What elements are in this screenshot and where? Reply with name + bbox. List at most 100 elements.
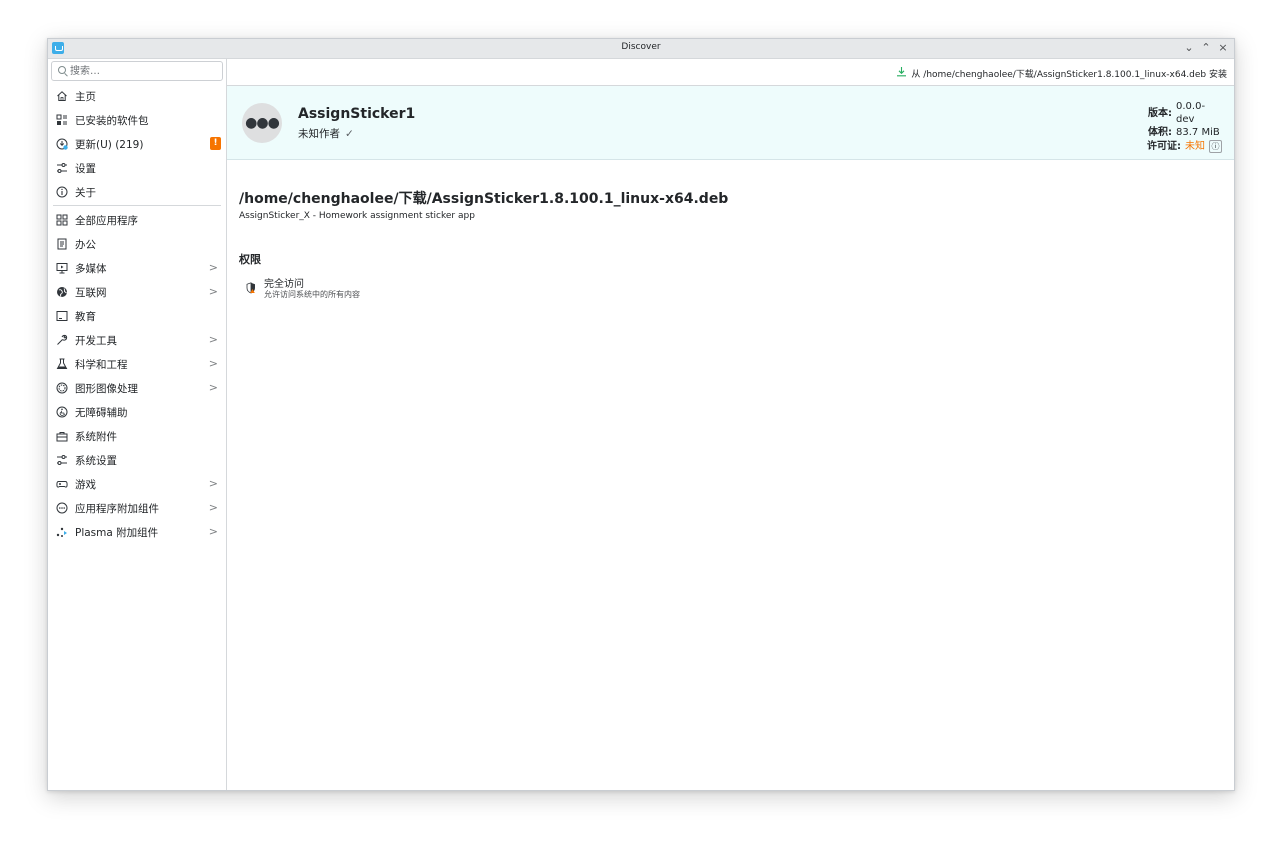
education-icon	[55, 309, 69, 323]
sidebar-item-home[interactable]: 主页	[48, 84, 226, 108]
author-name: 未知作者	[298, 128, 340, 140]
license-row: 许可证: 未知 ⓘ	[1147, 140, 1222, 153]
accessibility-icon	[55, 405, 69, 419]
sidebar-item-label: 主页	[75, 90, 96, 103]
sidebar-item-all-apps[interactable]: 全部应用程序	[48, 208, 226, 232]
package-file-path: /home/chenghaolee/下载/AssignSticker1.8.10…	[239, 191, 729, 207]
sidebar-item-addons[interactable]: 应用程序附加组件 >	[48, 496, 226, 520]
addons-icon	[55, 501, 69, 515]
sidebar-item-label: 应用程序附加组件	[75, 502, 159, 515]
package-description: AssignSticker_X - Homework assignment st…	[239, 211, 475, 221]
updates-badge: !	[210, 137, 221, 150]
sidebar-item-installed[interactable]: 已安装的软件包	[48, 108, 226, 132]
graphics-icon	[55, 381, 69, 395]
sidebar-nav: 主页 已安装的软件包 更新(U) (219) ! 设置 关于 全部应用程序 办公…	[48, 84, 226, 544]
update-icon	[55, 137, 69, 151]
system-settings-icon	[55, 453, 69, 467]
window-title: Discover	[621, 42, 661, 52]
minimize-button[interactable]: ⌄	[1182, 41, 1196, 55]
license-info-icon[interactable]: ⓘ	[1209, 140, 1222, 153]
permission-description: 允许访问系统中的所有内容	[264, 290, 360, 299]
package-placeholder-icon: ●●●	[242, 103, 282, 143]
sidebar-item-dev-tools[interactable]: 开发工具 >	[48, 328, 226, 352]
version-value: 0.0.0-dev	[1176, 101, 1206, 125]
sidebar-item-label: 关于	[75, 186, 96, 199]
sidebar-item-label: 教育	[75, 310, 96, 323]
chevron-right-icon: >	[208, 333, 218, 346]
install-label: 从 /home/chenghaolee/下载/AssignSticker1.8.…	[911, 69, 1227, 80]
games-icon	[55, 477, 69, 491]
sidebar-item-accessibility[interactable]: 无障碍辅助	[48, 400, 226, 424]
science-icon	[55, 357, 69, 371]
toolbar: 从 /home/chenghaolee/下载/AssignSticker1.8.…	[227, 59, 1234, 86]
home-icon	[55, 89, 69, 103]
sidebar-item-label: 已安装的软件包	[75, 114, 149, 127]
sidebar-item-label: 图形图像处理	[75, 382, 138, 395]
sidebar-item-system-settings[interactable]: 系统设置	[48, 448, 226, 472]
search-input[interactable]	[70, 64, 218, 78]
license-label: 许可证:	[1147, 141, 1181, 152]
sidebar-item-science[interactable]: 科学和工程 >	[48, 352, 226, 376]
sidebar-item-about[interactable]: 关于	[48, 180, 226, 204]
size-row: 体积: 83.7 MiB	[1147, 126, 1222, 139]
sidebar-item-label: 互联网	[75, 286, 107, 299]
sidebar-item-label: 系统设置	[75, 454, 117, 467]
chevron-right-icon: >	[208, 525, 218, 538]
sidebar-item-label: 无障碍辅助	[75, 406, 128, 419]
sidebar-item-label: 更新(U) (219)	[75, 138, 144, 151]
main-content: 从 /home/chenghaolee/下载/AssignSticker1.8.…	[227, 59, 1234, 790]
sidebar-item-label: 系统附件	[75, 430, 117, 443]
sidebar-item-label: 科学和工程	[75, 358, 128, 371]
plasma-icon	[55, 525, 69, 539]
download-icon	[896, 66, 907, 80]
sidebar-divider	[53, 205, 221, 206]
license-value[interactable]: 未知	[1185, 140, 1205, 153]
title-bar: Discover ⌄ ⌃ ×	[48, 39, 1234, 59]
package-name: AssignSticker1	[298, 106, 416, 122]
chevron-right-icon: >	[208, 357, 218, 370]
close-button[interactable]: ×	[1216, 41, 1230, 55]
chevron-right-icon: >	[208, 285, 218, 298]
chevron-right-icon: >	[208, 261, 218, 274]
utilities-icon	[55, 429, 69, 443]
maximize-button[interactable]: ⌃	[1199, 41, 1213, 55]
about-icon	[55, 185, 69, 199]
grid-icon	[55, 213, 69, 227]
sidebar-item-label: 游戏	[75, 478, 96, 491]
chevron-right-icon: >	[208, 381, 218, 394]
sidebar-item-graphics[interactable]: 图形图像处理 >	[48, 376, 226, 400]
sidebar-item-settings[interactable]: 设置	[48, 156, 226, 180]
sidebar-item-internet[interactable]: 互联网 >	[48, 280, 226, 304]
permissions-heading: 权限	[239, 253, 261, 266]
install-from-file-button[interactable]: 从 /home/chenghaolee/下载/AssignSticker1.8.…	[896, 66, 1227, 80]
sidebar-item-label: 办公	[75, 238, 96, 251]
dev-tools-icon	[55, 333, 69, 347]
multimedia-icon	[55, 261, 69, 275]
permission-title: 完全访问	[264, 279, 304, 290]
sidebar-item-label: 设置	[75, 162, 96, 175]
sidebar-item-label: Plasma 附加组件	[75, 526, 159, 539]
sidebar-item-label: 开发工具	[75, 334, 117, 347]
sidebar-item-office[interactable]: 办公	[48, 232, 226, 256]
search-box[interactable]	[51, 61, 223, 81]
chevron-right-icon: >	[208, 477, 218, 490]
sidebar-item-updates[interactable]: 更新(U) (219) !	[48, 132, 226, 156]
sidebar-item-games[interactable]: 游戏 >	[48, 472, 226, 496]
package-author: 未知作者 ✓	[298, 126, 354, 141]
discover-window: Discover ⌄ ⌃ × 主页 已安装的软件包	[47, 38, 1235, 791]
shield-warning-icon	[246, 279, 256, 294]
chevron-right-icon: >	[208, 501, 218, 514]
sidebar-item-label: 全部应用程序	[75, 214, 138, 227]
package-meta: 版本: 0.0.0-dev 体积: 83.7 MiB 许可证: 未知 ⓘ	[1147, 100, 1222, 153]
checkmark-icon: ✓	[345, 128, 354, 140]
sidebar-item-multimedia[interactable]: 多媒体 >	[48, 256, 226, 280]
sidebar-item-education[interactable]: 教育	[48, 304, 226, 328]
search-icon	[58, 66, 66, 74]
size-value: 83.7 MiB	[1176, 127, 1220, 138]
settings-icon	[55, 161, 69, 175]
version-row: 版本: 0.0.0-dev	[1147, 100, 1222, 126]
sidebar-item-plasma-addons[interactable]: Plasma 附加组件 >	[48, 520, 226, 544]
office-icon	[55, 237, 69, 251]
sidebar-item-utilities[interactable]: 系统附件	[48, 424, 226, 448]
sidebar-item-label: 多媒体	[75, 262, 107, 275]
